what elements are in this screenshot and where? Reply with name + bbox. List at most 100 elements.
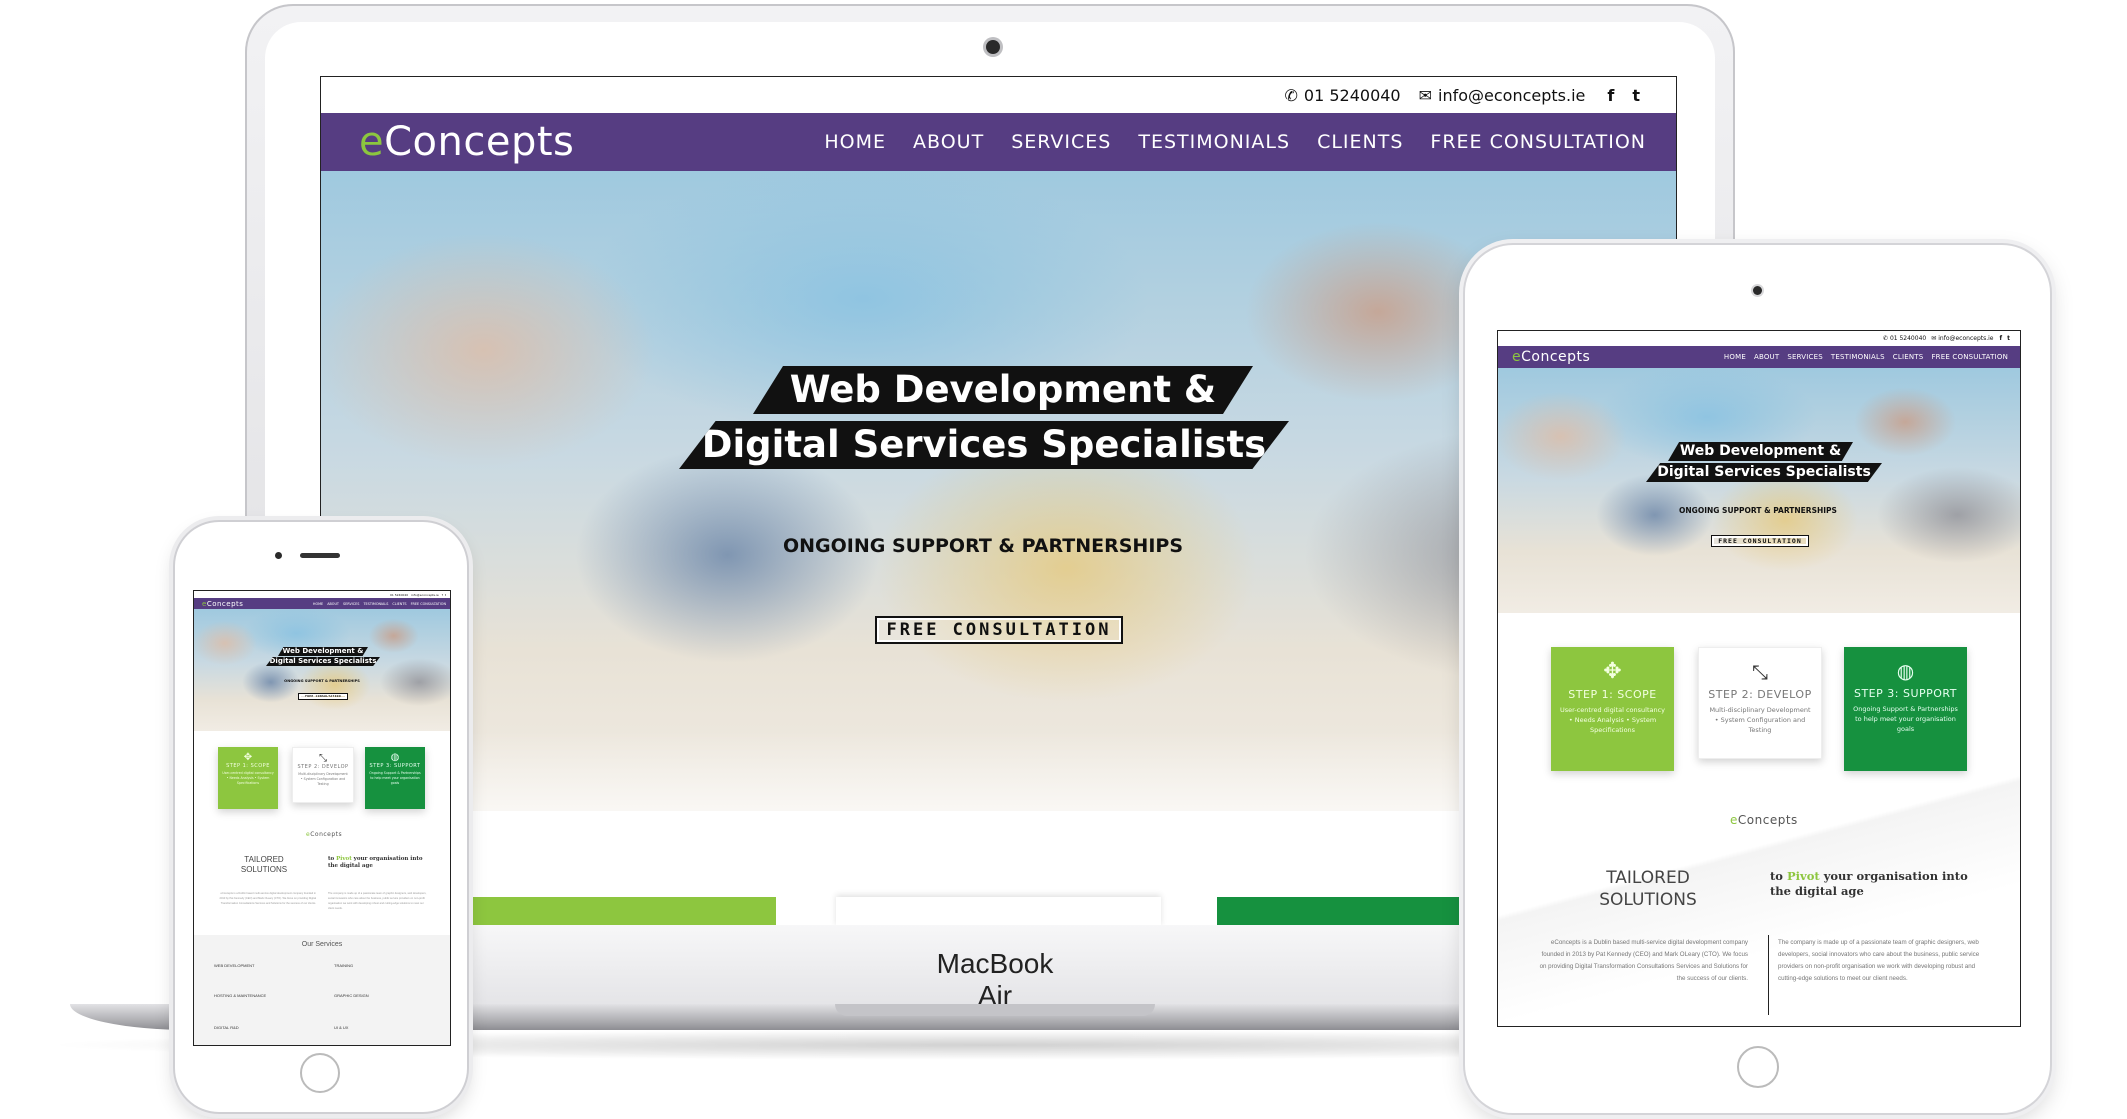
nav-clients[interactable]: CLIENTS	[1317, 131, 1403, 153]
twitter-icon[interactable]: t	[2007, 335, 2010, 342]
phone-screen: 01 5240040 info@econcepts.ie f t eConcep…	[193, 590, 451, 1046]
tablet-nav-home[interactable]: HOME	[1724, 353, 1746, 361]
phone-navbar: eConcepts HOME ABOUT SERVICES TESTIMONIA…	[194, 598, 450, 609]
tablet-nav-testimonials[interactable]: TESTIMONIALS	[1831, 353, 1885, 361]
main-navbar: eConcepts HOME ABOUT SERVICES TESTIMONIA…	[321, 113, 1676, 171]
tablet-nav-services[interactable]: SERVICES	[1787, 353, 1823, 361]
twitter-icon[interactable]: t	[1632, 86, 1640, 105]
nav-about[interactable]: ABOUT	[913, 131, 984, 153]
tablet-pivot-tagline: to Pivot your organisation into the digi…	[1770, 869, 1968, 898]
email-link[interactable]: info@econcepts.ie	[1438, 86, 1585, 105]
phone-service-4[interactable]: GRAPHIC DESIGN	[334, 993, 369, 998]
phone-hero-subtitle: ONGOING SUPPORT & PARTNERSHIPS	[284, 679, 360, 683]
phone-step-support-title: STEP 3: SUPPORT	[369, 763, 421, 769]
move-arrows-icon: ✥	[243, 752, 253, 763]
nav-free-consultation[interactable]: FREE CONSULTATION	[1430, 131, 1646, 153]
tablet-step-scope-title: STEP 1: SCOPE	[1568, 688, 1657, 701]
tablet-navbar: eConcepts HOME ABOUT SERVICES TESTIMONIA…	[1498, 346, 2020, 368]
phone-camera	[275, 552, 282, 559]
phone-service-3[interactable]: HOSTING & MAINTENANCE	[214, 993, 266, 998]
tablet-section-logo: eConcepts	[1730, 813, 1798, 827]
phone-pivot-tagline: to Pivot your organisation into the digi…	[328, 856, 423, 869]
tablet-email-link[interactable]: info@econcepts.ie	[1938, 335, 1993, 342]
tablet-tailored-heading: TAILORED SOLUTIONS	[1599, 868, 1697, 910]
phone-step-develop[interactable]: ⤡ STEP 2: DEVELOP Multi-disciplinary Dev…	[292, 747, 354, 803]
phone-nav-testimonials[interactable]: TESTIMONIALS	[363, 602, 388, 606]
phone-service-2[interactable]: TRAINING	[334, 963, 353, 968]
tablet-step-support[interactable]: ◍ STEP 3: SUPPORT Ongoing Support & Part…	[1844, 647, 1967, 771]
phone-services-title: Our Services	[301, 941, 343, 948]
tablet-nav-clients[interactable]: CLIENTS	[1893, 353, 1924, 361]
phone-home-button[interactable]	[300, 1053, 340, 1093]
phone-phone-number[interactable]: 01 5240040	[390, 593, 408, 597]
phone-logo[interactable]: eConcepts	[202, 600, 243, 608]
tablet-home-button[interactable]	[1737, 1046, 1779, 1088]
tablet-hero-line2: Digital Services Specialists	[1646, 463, 1882, 482]
phone-nav-menu: HOME ABOUT SERVICES TESTIMONIALS CLIENTS…	[313, 602, 446, 606]
top-contact-bar: ✆ 01 5240040 ✉ info@econcepts.ie f t	[321, 77, 1676, 113]
laptop-camera	[986, 40, 1000, 54]
envelope-icon: ✉	[1931, 335, 1937, 342]
move-arrows-icon: ✥	[1603, 659, 1622, 684]
phone-step-scope[interactable]: ✥ STEP 1: SCOPE User-centred digital con…	[218, 747, 278, 809]
tablet-phone-number[interactable]: 01 5240040	[1890, 335, 1926, 342]
phone-step-support[interactable]: ◍ STEP 3: SUPPORT Ongoing Support & Part…	[365, 747, 425, 809]
facebook-icon[interactable]: f	[2000, 335, 2003, 342]
phone-nav-home[interactable]: HOME	[313, 602, 323, 606]
hero-title-line1: Web Development &	[753, 366, 1253, 414]
tablet-step-develop-desc: Multi-disciplinary Development • System …	[1709, 706, 1811, 734]
tablet-screen: ✆ 01 5240040 ✉ info@econcepts.ie f t eCo…	[1497, 330, 2021, 1027]
phone-step-develop-title: STEP 2: DEVELOP	[297, 764, 349, 770]
tablet-logo[interactable]: eConcepts	[1512, 349, 1590, 365]
hero-title-line2: Digital Services Specialists	[679, 421, 1289, 469]
globe-icon: ◍	[1896, 659, 1915, 683]
step-card-scope-peek	[451, 897, 776, 925]
tablet-hero: Web Development & Digital Services Speci…	[1498, 368, 2020, 613]
globe-icon: ◍	[390, 752, 400, 763]
phone-nav-services[interactable]: SERVICES	[343, 602, 359, 606]
phone-section-logo: eConcepts	[306, 831, 343, 838]
phone-service-1[interactable]: WEB DEVELOPMENT	[214, 963, 254, 968]
nav-services[interactable]: SERVICES	[1011, 131, 1111, 153]
facebook-icon[interactable]: f	[442, 593, 443, 597]
phone-step-scope-title: STEP 1: SCOPE	[226, 763, 270, 769]
phone-service-5[interactable]: DIGITAL R&D	[214, 1025, 239, 1030]
nav-home[interactable]: HOME	[824, 131, 886, 153]
tablet-about-divider	[1768, 935, 1769, 1015]
phone-hero-button[interactable]: FREE CONSULTATION	[298, 693, 348, 700]
phone-email-link[interactable]: info@econcepts.ie	[411, 593, 439, 597]
phone-step-develop-desc: Multi-disciplinary Development • System …	[298, 772, 348, 786]
twitter-icon[interactable]: t	[445, 593, 446, 597]
tablet-about-left: eConcepts is a Dublin based multi-servic…	[1539, 939, 1748, 982]
tablet-top-contact-bar: ✆ 01 5240040 ✉ info@econcepts.ie f t	[1498, 331, 2020, 346]
phone-about-left: eConcepts is a Dublin based multi-servic…	[219, 892, 317, 905]
phone-step-scope-desc: User-centred digital consultancy • Needs…	[222, 771, 274, 785]
phone-service-6[interactable]: UI & UX	[334, 1025, 348, 1030]
phone-number[interactable]: 01 5240040	[1304, 86, 1401, 105]
tablet-step-support-title: STEP 3: SUPPORT	[1853, 687, 1957, 700]
envelope-icon: ✉	[1418, 85, 1433, 105]
tablet-nav-about[interactable]: ABOUT	[1754, 353, 1779, 361]
tablet-step-develop[interactable]: ⤡ STEP 2: DEVELOP Multi-disciplinary Dev…	[1698, 647, 1822, 759]
phone-icon: ✆	[1284, 85, 1298, 105]
tablet-hero-subtitle: ONGOING SUPPORT & PARTNERSHIPS	[1679, 506, 1837, 515]
nav-testimonials[interactable]: TESTIMONIALS	[1138, 131, 1290, 153]
tablet-step-develop-title: STEP 2: DEVELOP	[1708, 688, 1812, 701]
tablet-step-support-desc: Ongoing Support & Partnerships to help m…	[1853, 705, 1958, 733]
tablet-nav-free-consultation[interactable]: FREE CONSULTATION	[1931, 353, 2008, 361]
hero-consultation-button[interactable]: FREE CONSULTATION	[875, 616, 1123, 644]
logo[interactable]: eConcepts	[359, 119, 574, 165]
phone-speaker	[300, 553, 340, 558]
laptop-opening-notch	[835, 1004, 1155, 1016]
phone-nav-free-consultation[interactable]: FREE CONSULTATION	[411, 602, 446, 606]
phone-nav-about[interactable]: ABOUT	[327, 602, 339, 606]
phone-nav-clients[interactable]: CLIENTS	[392, 602, 406, 606]
tablet-hero-button[interactable]: FREE CONSULTATION	[1711, 535, 1809, 547]
phone-hero: Web Development & Digital Services Speci…	[194, 609, 450, 731]
tablet-hero-line1: Web Development &	[1668, 442, 1853, 461]
tablet-step-scope[interactable]: ✥ STEP 1: SCOPE User-centred digital con…	[1551, 647, 1674, 771]
step-card-develop-peek	[836, 897, 1161, 925]
tablet-camera	[1753, 286, 1762, 295]
facebook-icon[interactable]: f	[1607, 86, 1614, 105]
phone-step-support-desc: Ongoing Support & Partnerships to help m…	[369, 771, 421, 785]
